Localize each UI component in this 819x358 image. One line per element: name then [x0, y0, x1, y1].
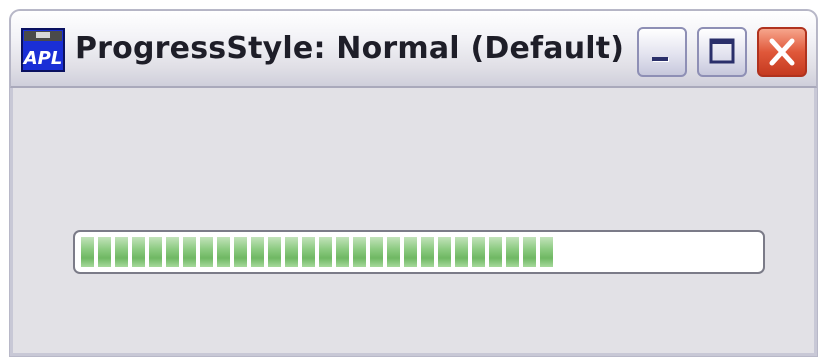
progress-segment: [523, 237, 536, 267]
progress-segment: [387, 237, 400, 267]
progress-segment: [404, 237, 417, 267]
progress-segment: [472, 237, 485, 267]
progress-segment: [200, 237, 213, 267]
progress-fill: [81, 237, 561, 267]
progress-segment: [370, 237, 383, 267]
svg-text:APL: APL: [22, 48, 63, 69]
progress-segment: [302, 237, 315, 267]
progress-segment: [353, 237, 366, 267]
progress-segment: [438, 237, 451, 267]
progress-segment: [149, 237, 162, 267]
progress-segment: [455, 237, 468, 267]
close-icon: [769, 38, 795, 66]
client-area: [13, 90, 814, 353]
title-bar[interactable]: APL ProgressStyle: Normal (Default): [10, 10, 817, 88]
minimize-icon: [652, 57, 669, 62]
progress-segment: [268, 237, 281, 267]
progress-segment: [319, 237, 332, 267]
progress-segment: [98, 237, 111, 267]
progress-segment: [115, 237, 128, 267]
maximize-icon: [709, 38, 735, 64]
window-title: ProgressStyle: Normal (Default): [75, 31, 625, 66]
app-window: APL ProgressStyle: Normal (Default): [10, 10, 817, 356]
progress-segment: [183, 237, 196, 267]
progress-segment: [132, 237, 145, 267]
progress-segment: [506, 237, 519, 267]
progress-segment: [234, 237, 247, 267]
progress-segment: [540, 237, 553, 267]
minimize-button[interactable]: [637, 27, 687, 77]
progress-segment: [81, 237, 94, 267]
progress-segment: [217, 237, 230, 267]
progress-segment: [166, 237, 179, 267]
progress-segment: [285, 237, 298, 267]
progress-segment: [251, 237, 264, 267]
maximize-button[interactable]: [697, 27, 747, 77]
progress-segment: [336, 237, 349, 267]
progress-segment: [489, 237, 502, 267]
progress-bar: [73, 230, 765, 274]
progress-segment: [421, 237, 434, 267]
close-button[interactable]: [757, 27, 807, 77]
app-window-icon: APL: [21, 28, 65, 72]
